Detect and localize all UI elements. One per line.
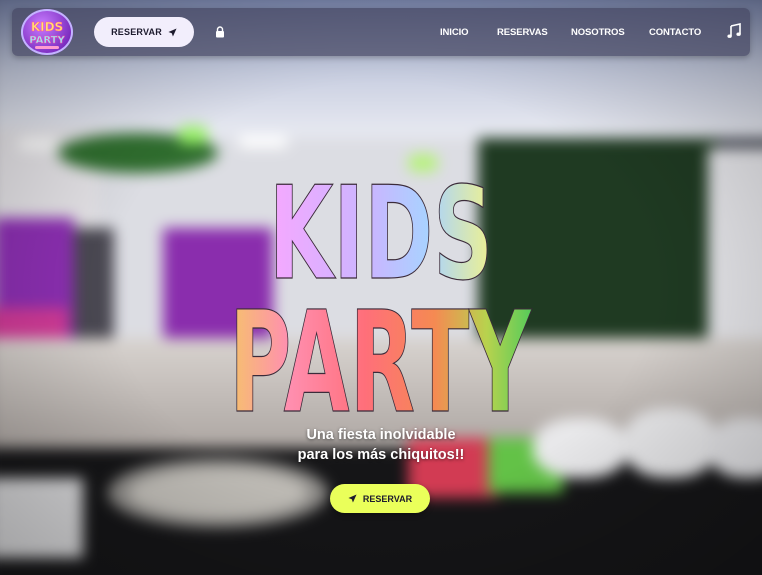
reserve-nav-label: RESERVAR bbox=[111, 27, 162, 37]
reserve-hero-label: RESERVAR bbox=[362, 493, 413, 504]
hero-title-party: PARTY bbox=[229, 282, 532, 420]
send-arrow-icon bbox=[348, 494, 357, 503]
site-logo[interactable]: KIDS PARTY bbox=[21, 9, 73, 55]
hero-tagline-line-1: Una fiesta inolvidable bbox=[306, 427, 456, 443]
reserve-nav-button[interactable]: RESERVAR bbox=[94, 17, 194, 47]
hero-title: KIDS PARTY bbox=[0, 160, 762, 420]
page: KIDS PARTY RESERVAR INICIO RESERVAS NOSO… bbox=[0, 0, 762, 575]
nav-link-nosotros[interactable]: NOSOTROS bbox=[571, 27, 625, 38]
logo-word-party: PARTY bbox=[29, 35, 65, 46]
hero-tagline-line-2: para los más chiquitos!! bbox=[297, 447, 465, 463]
reserve-hero-button[interactable]: RESERVAR bbox=[330, 484, 430, 513]
music-note-icon[interactable] bbox=[727, 23, 741, 39]
hero-tagline: Una fiesta inolvidable para los más chiq… bbox=[231, 425, 531, 465]
send-arrow-icon bbox=[168, 27, 177, 37]
logo-word-kids: KIDS bbox=[31, 20, 63, 34]
nav-link-reservas[interactable]: RESERVAS bbox=[497, 27, 548, 38]
lock-icon[interactable] bbox=[215, 26, 225, 38]
nav-link-contacto[interactable]: CONTACTO bbox=[649, 27, 701, 38]
navbar: KIDS PARTY RESERVAR INICIO RESERVAS NOSO… bbox=[12, 8, 750, 56]
nav-link-inicio[interactable]: INICIO bbox=[440, 27, 469, 38]
